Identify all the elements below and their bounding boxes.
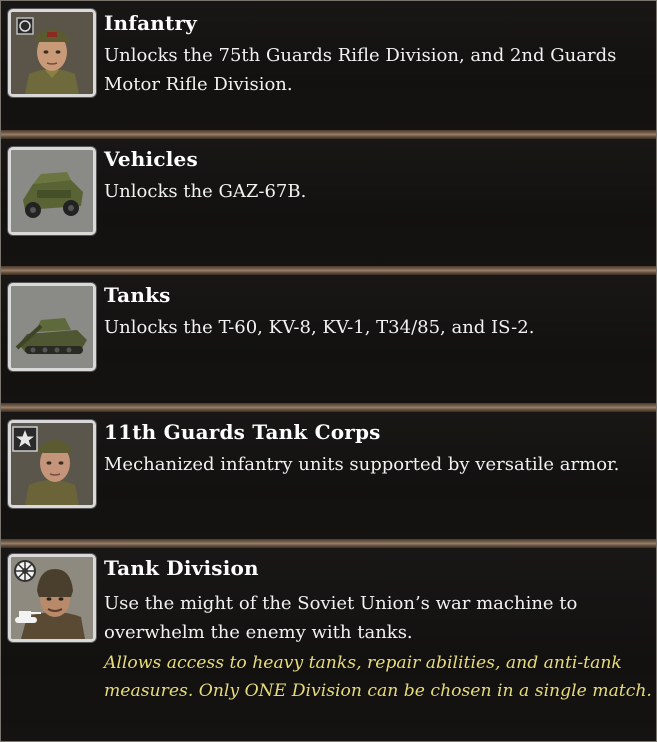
section-divider bbox=[1, 130, 656, 139]
item-title: Tanks bbox=[104, 283, 171, 307]
unlock-row-infantry: Infantry Unlocks the 75th Guards Rifle D… bbox=[1, 1, 656, 132]
section-divider bbox=[1, 266, 656, 275]
item-description: Use the might of the Soviet Union’s war … bbox=[104, 593, 578, 643]
unlock-row-tank-division: Tank Division Use the might of the Sovie… bbox=[1, 548, 656, 741]
unlock-row-vehicles: Vehicles Unlocks the GAZ-67B. bbox=[1, 139, 656, 268]
division-restriction-note: Allows access to heavy tanks, repair abi… bbox=[104, 653, 652, 701]
tank-commander-portrait-icon bbox=[8, 554, 96, 642]
unlock-row-11th-guards-tank-corps: 11th Guards Tank Corps Mechanized infant… bbox=[1, 412, 656, 541]
item-description: Unlocks the 75th Guards Rifle Division, … bbox=[104, 45, 617, 95]
item-title: Infantry bbox=[104, 11, 197, 35]
item-description: Mechanized infantry units supported by v… bbox=[104, 454, 620, 475]
section-divider bbox=[1, 403, 656, 412]
section-divider bbox=[1, 539, 656, 548]
item-title: Tank Division bbox=[104, 556, 259, 580]
item-description: Unlocks the T-60, KV-8, KV-1, T34/85, an… bbox=[104, 317, 535, 338]
tank-icon bbox=[8, 283, 96, 371]
item-description: Unlocks the GAZ-67B. bbox=[104, 181, 307, 202]
soldier-portrait-icon bbox=[8, 9, 96, 97]
unlock-row-tanks: Tanks Unlocks the T-60, KV-8, KV-1, T34/… bbox=[1, 275, 656, 405]
item-title: Vehicles bbox=[104, 147, 198, 171]
officer-star-portrait-icon bbox=[8, 420, 96, 508]
item-title: 11th Guards Tank Corps bbox=[104, 420, 381, 444]
division-tooltip-panel: Infantry Unlocks the 75th Guards Rifle D… bbox=[0, 0, 657, 742]
jeep-icon bbox=[8, 147, 96, 235]
